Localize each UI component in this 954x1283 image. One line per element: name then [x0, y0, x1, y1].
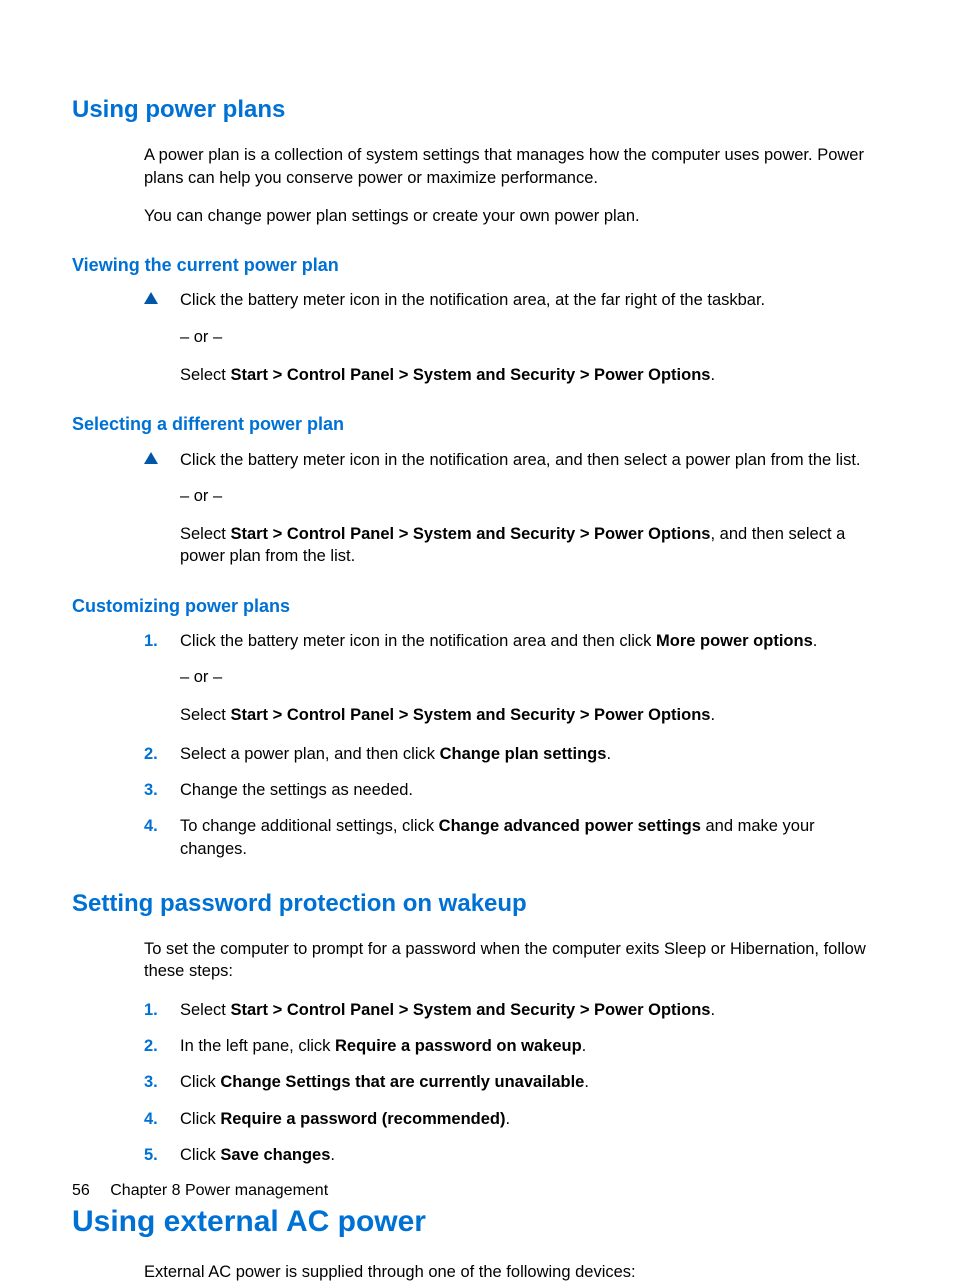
list-item: 3. Change the settings as needed. — [144, 779, 882, 801]
text: Click the battery meter icon in the noti… — [180, 632, 656, 650]
list-text: Change the settings as needed. — [180, 779, 882, 801]
bold-text: Start > Control Panel > System and Secur… — [230, 525, 710, 543]
list-text: Click Require a password (recommended). — [180, 1108, 882, 1130]
list-number: 4. — [144, 1108, 180, 1130]
paragraph: To set the computer to prompt for a pass… — [144, 938, 882, 983]
heading-selecting-different-power-plan: Selecting a different power plan — [72, 412, 882, 436]
text: Select — [180, 525, 230, 543]
list-number: 3. — [144, 779, 180, 801]
bullet-text: Click the battery meter icon in the noti… — [180, 289, 882, 311]
text: . — [710, 1001, 715, 1019]
text: . — [710, 366, 715, 384]
bullet-text: Click the battery meter icon in the noti… — [180, 449, 882, 471]
section-body: Click the battery meter icon in the noti… — [144, 449, 882, 471]
triangle-bullet-icon — [144, 289, 180, 311]
text: . — [582, 1037, 587, 1055]
list-item: 1. Click the battery meter icon in the n… — [144, 630, 882, 652]
section-body: To set the computer to prompt for a pass… — [144, 938, 882, 1166]
paragraph: Select Start > Control Panel > System an… — [180, 364, 882, 386]
heading-customizing-power-plans: Customizing power plans — [72, 594, 882, 618]
text: . — [710, 706, 715, 724]
bullet-item: Click the battery meter icon in the noti… — [144, 449, 882, 471]
list-item: 2. In the left pane, click Require a pas… — [144, 1035, 882, 1057]
triangle-bullet-icon — [144, 449, 180, 471]
text: In the left pane, click — [180, 1037, 335, 1055]
section-body: External AC power is supplied through on… — [144, 1261, 882, 1283]
or-separator: – or – — [180, 485, 882, 507]
bold-text: Save changes — [220, 1146, 330, 1164]
list-number: 5. — [144, 1144, 180, 1166]
section-body: Click the battery meter icon in the noti… — [144, 289, 882, 311]
text: . — [606, 745, 611, 763]
list-number: 2. — [144, 743, 180, 765]
or-separator: – or – — [180, 326, 882, 348]
bold-text: Change advanced power settings — [439, 817, 701, 835]
bold-text: Change plan settings — [440, 745, 607, 763]
page-footer: 56 Chapter 8 Power management — [72, 1180, 328, 1202]
paragraph: Select Start > Control Panel > System an… — [180, 704, 882, 726]
paragraph: A power plan is a collection of system s… — [144, 144, 882, 189]
bold-text: Start > Control Panel > System and Secur… — [230, 1001, 710, 1019]
list-text: Select Start > Control Panel > System an… — [180, 999, 882, 1021]
heading-using-power-plans: Using power plans — [72, 94, 882, 126]
heading-viewing-current-power-plan: Viewing the current power plan — [72, 253, 882, 277]
bold-text: Require a password on wakeup — [335, 1037, 582, 1055]
text: Click — [180, 1146, 220, 1164]
or-separator: – or – — [180, 666, 882, 688]
chapter-label: Chapter 8 Power management — [110, 1182, 328, 1199]
list-text: Select a power plan, and then click Chan… — [180, 743, 882, 765]
list-number: 1. — [144, 999, 180, 1021]
list-item: 2. Select a power plan, and then click C… — [144, 743, 882, 765]
paragraph: You can change power plan settings or cr… — [144, 205, 882, 227]
text: . — [584, 1073, 589, 1091]
list-text: Click the battery meter icon in the noti… — [180, 630, 882, 652]
bold-text: Require a password (recommended) — [220, 1110, 505, 1128]
text: Click — [180, 1110, 220, 1128]
text: Select — [180, 366, 230, 384]
bold-text: Change Settings that are currently unava… — [220, 1073, 584, 1091]
list-text: Click Save changes. — [180, 1144, 882, 1166]
bold-text: Start > Control Panel > System and Secur… — [230, 366, 710, 384]
bullet-item: Click the battery meter icon in the noti… — [144, 289, 882, 311]
sub-paragraph: – or – Select Start > Control Panel > Sy… — [180, 485, 882, 568]
text: To change additional settings, click — [180, 817, 439, 835]
ordered-list: 2. Select a power plan, and then click C… — [144, 743, 882, 860]
list-number: 1. — [144, 630, 180, 652]
list-item: 5. Click Save changes. — [144, 1144, 882, 1166]
sub-paragraph: – or – Select Start > Control Panel > Sy… — [180, 326, 882, 387]
text: Select — [180, 1001, 230, 1019]
paragraph: Select Start > Control Panel > System an… — [180, 523, 882, 568]
text: . — [506, 1110, 511, 1128]
section-body: A power plan is a collection of system s… — [144, 144, 882, 227]
text: Click — [180, 1073, 220, 1091]
list-number: 3. — [144, 1071, 180, 1093]
list-text: Click Change Settings that are currently… — [180, 1071, 882, 1093]
list-text: To change additional settings, click Cha… — [180, 815, 882, 860]
list-item: 4. Click Require a password (recommended… — [144, 1108, 882, 1130]
bold-text: Start > Control Panel > System and Secur… — [230, 706, 710, 724]
text: Select a power plan, and then click — [180, 745, 440, 763]
document-page: Using power plans A power plan is a coll… — [0, 0, 954, 1270]
sub-paragraph: – or – Select Start > Control Panel > Sy… — [180, 666, 882, 727]
heading-setting-password-protection: Setting password protection on wakeup — [72, 888, 882, 920]
text: . — [813, 632, 818, 650]
list-item: 4. To change additional settings, click … — [144, 815, 882, 860]
page-number: 56 — [72, 1182, 90, 1199]
ordered-list: 1. Click the battery meter icon in the n… — [144, 630, 882, 652]
list-text: In the left pane, click Require a passwo… — [180, 1035, 882, 1057]
list-item: 3. Click Change Settings that are curren… — [144, 1071, 882, 1093]
text: . — [330, 1146, 335, 1164]
paragraph: External AC power is supplied through on… — [144, 1261, 882, 1283]
list-item: 1. Select Start > Control Panel > System… — [144, 999, 882, 1021]
bold-text: More power options — [656, 632, 813, 650]
list-number: 4. — [144, 815, 180, 860]
text: Select — [180, 706, 230, 724]
list-number: 2. — [144, 1035, 180, 1057]
heading-using-external-ac-power: Using external AC power — [72, 1202, 882, 1243]
